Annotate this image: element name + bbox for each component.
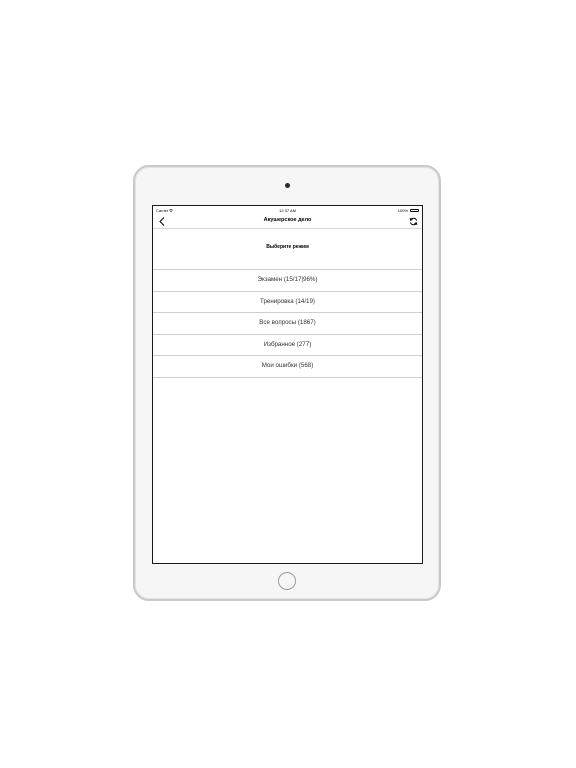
front-camera <box>285 183 290 188</box>
status-bar: Carrier 12:37 AM 100% <box>153 206 422 214</box>
page-title: Акушерское дело <box>263 217 312 223</box>
mode-list: Экзамен (15/17|96%) Тренировка (14/19) В… <box>153 269 422 378</box>
battery-percent: 100% <box>397 208 408 213</box>
menu-item-favorites[interactable]: Избранное (277) <box>153 335 422 356</box>
navigation-bar: Акушерское дело <box>153 214 422 229</box>
menu-item-my-mistakes[interactable]: Мои ошибки (568) <box>153 356 422 378</box>
battery-indicator: 100% <box>398 208 419 213</box>
refresh-button[interactable] <box>408 216 418 226</box>
menu-item-exam[interactable]: Экзамен (15/17|96%) <box>153 270 422 292</box>
refresh-icon <box>409 217 417 225</box>
status-time: 12:37 AM <box>279 208 296 213</box>
home-button[interactable] <box>278 572 296 590</box>
menu-item-training[interactable]: Тренировка (14/19) <box>153 292 422 313</box>
menu-item-all-questions[interactable]: Все вопросы (1867) <box>153 313 422 335</box>
mode-header: Выберите режим <box>266 244 309 250</box>
device-screen: Carrier 12:37 AM 100% Акушерское дело Вы… <box>152 205 423 564</box>
battery-icon <box>410 209 419 212</box>
